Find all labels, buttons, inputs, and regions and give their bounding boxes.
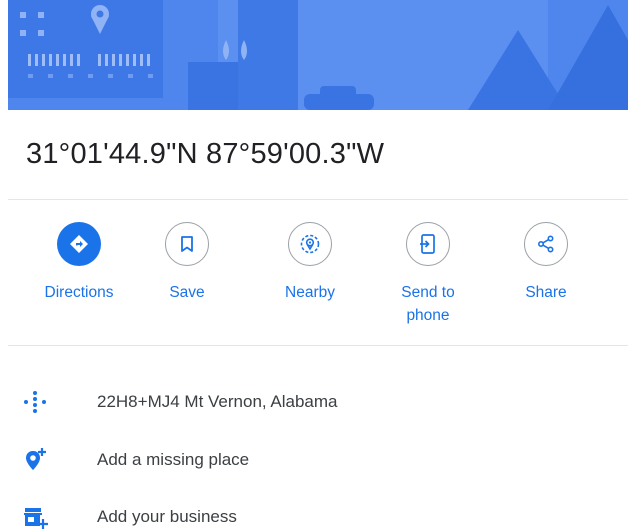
save-button[interactable]: Save	[132, 222, 242, 304]
place-panel: 31°01'44.9"N 87°59'00.3"W Directions Sav…	[0, 0, 628, 531]
directions-icon	[57, 222, 101, 266]
directions-label: Directions	[44, 284, 114, 301]
coordinates-title: 31°01'44.9"N 87°59'00.3"W	[26, 138, 385, 170]
add-missing-place-text: Add a missing place	[97, 450, 250, 469]
bookmark-icon	[165, 222, 209, 266]
divider-top	[8, 199, 628, 200]
share-button[interactable]: Share	[491, 222, 601, 304]
send-to-phone-icon	[406, 222, 450, 266]
add-business-row[interactable]: Add your business	[0, 497, 628, 531]
nearby-button[interactable]: Nearby	[255, 222, 365, 304]
directions-button[interactable]: Directions	[24, 222, 134, 304]
add-business-text: Add your business	[97, 507, 237, 526]
add-place-pin-icon	[22, 447, 48, 473]
divider-bottom	[8, 345, 628, 346]
plus-code-icon	[22, 389, 48, 415]
share-icon	[524, 222, 568, 266]
hero-illustration	[8, 0, 628, 110]
add-business-icon	[22, 504, 48, 530]
plus-code-text: 22H8+MJ4 Mt Vernon, Alabama	[97, 392, 338, 411]
add-missing-place-row[interactable]: Add a missing place	[0, 440, 628, 480]
share-label: Share	[525, 284, 567, 301]
action-buttons: Directions Save Nearby Send to phone Sha…	[0, 222, 628, 340]
save-label: Save	[169, 284, 205, 301]
plus-code-row[interactable]: 22H8+MJ4 Mt Vernon, Alabama	[0, 382, 628, 422]
nearby-icon	[288, 222, 332, 266]
nearby-label: Nearby	[285, 284, 335, 301]
send-to-phone-label: Send to phone	[401, 284, 455, 324]
send-to-phone-button[interactable]: Send to phone	[373, 222, 483, 327]
